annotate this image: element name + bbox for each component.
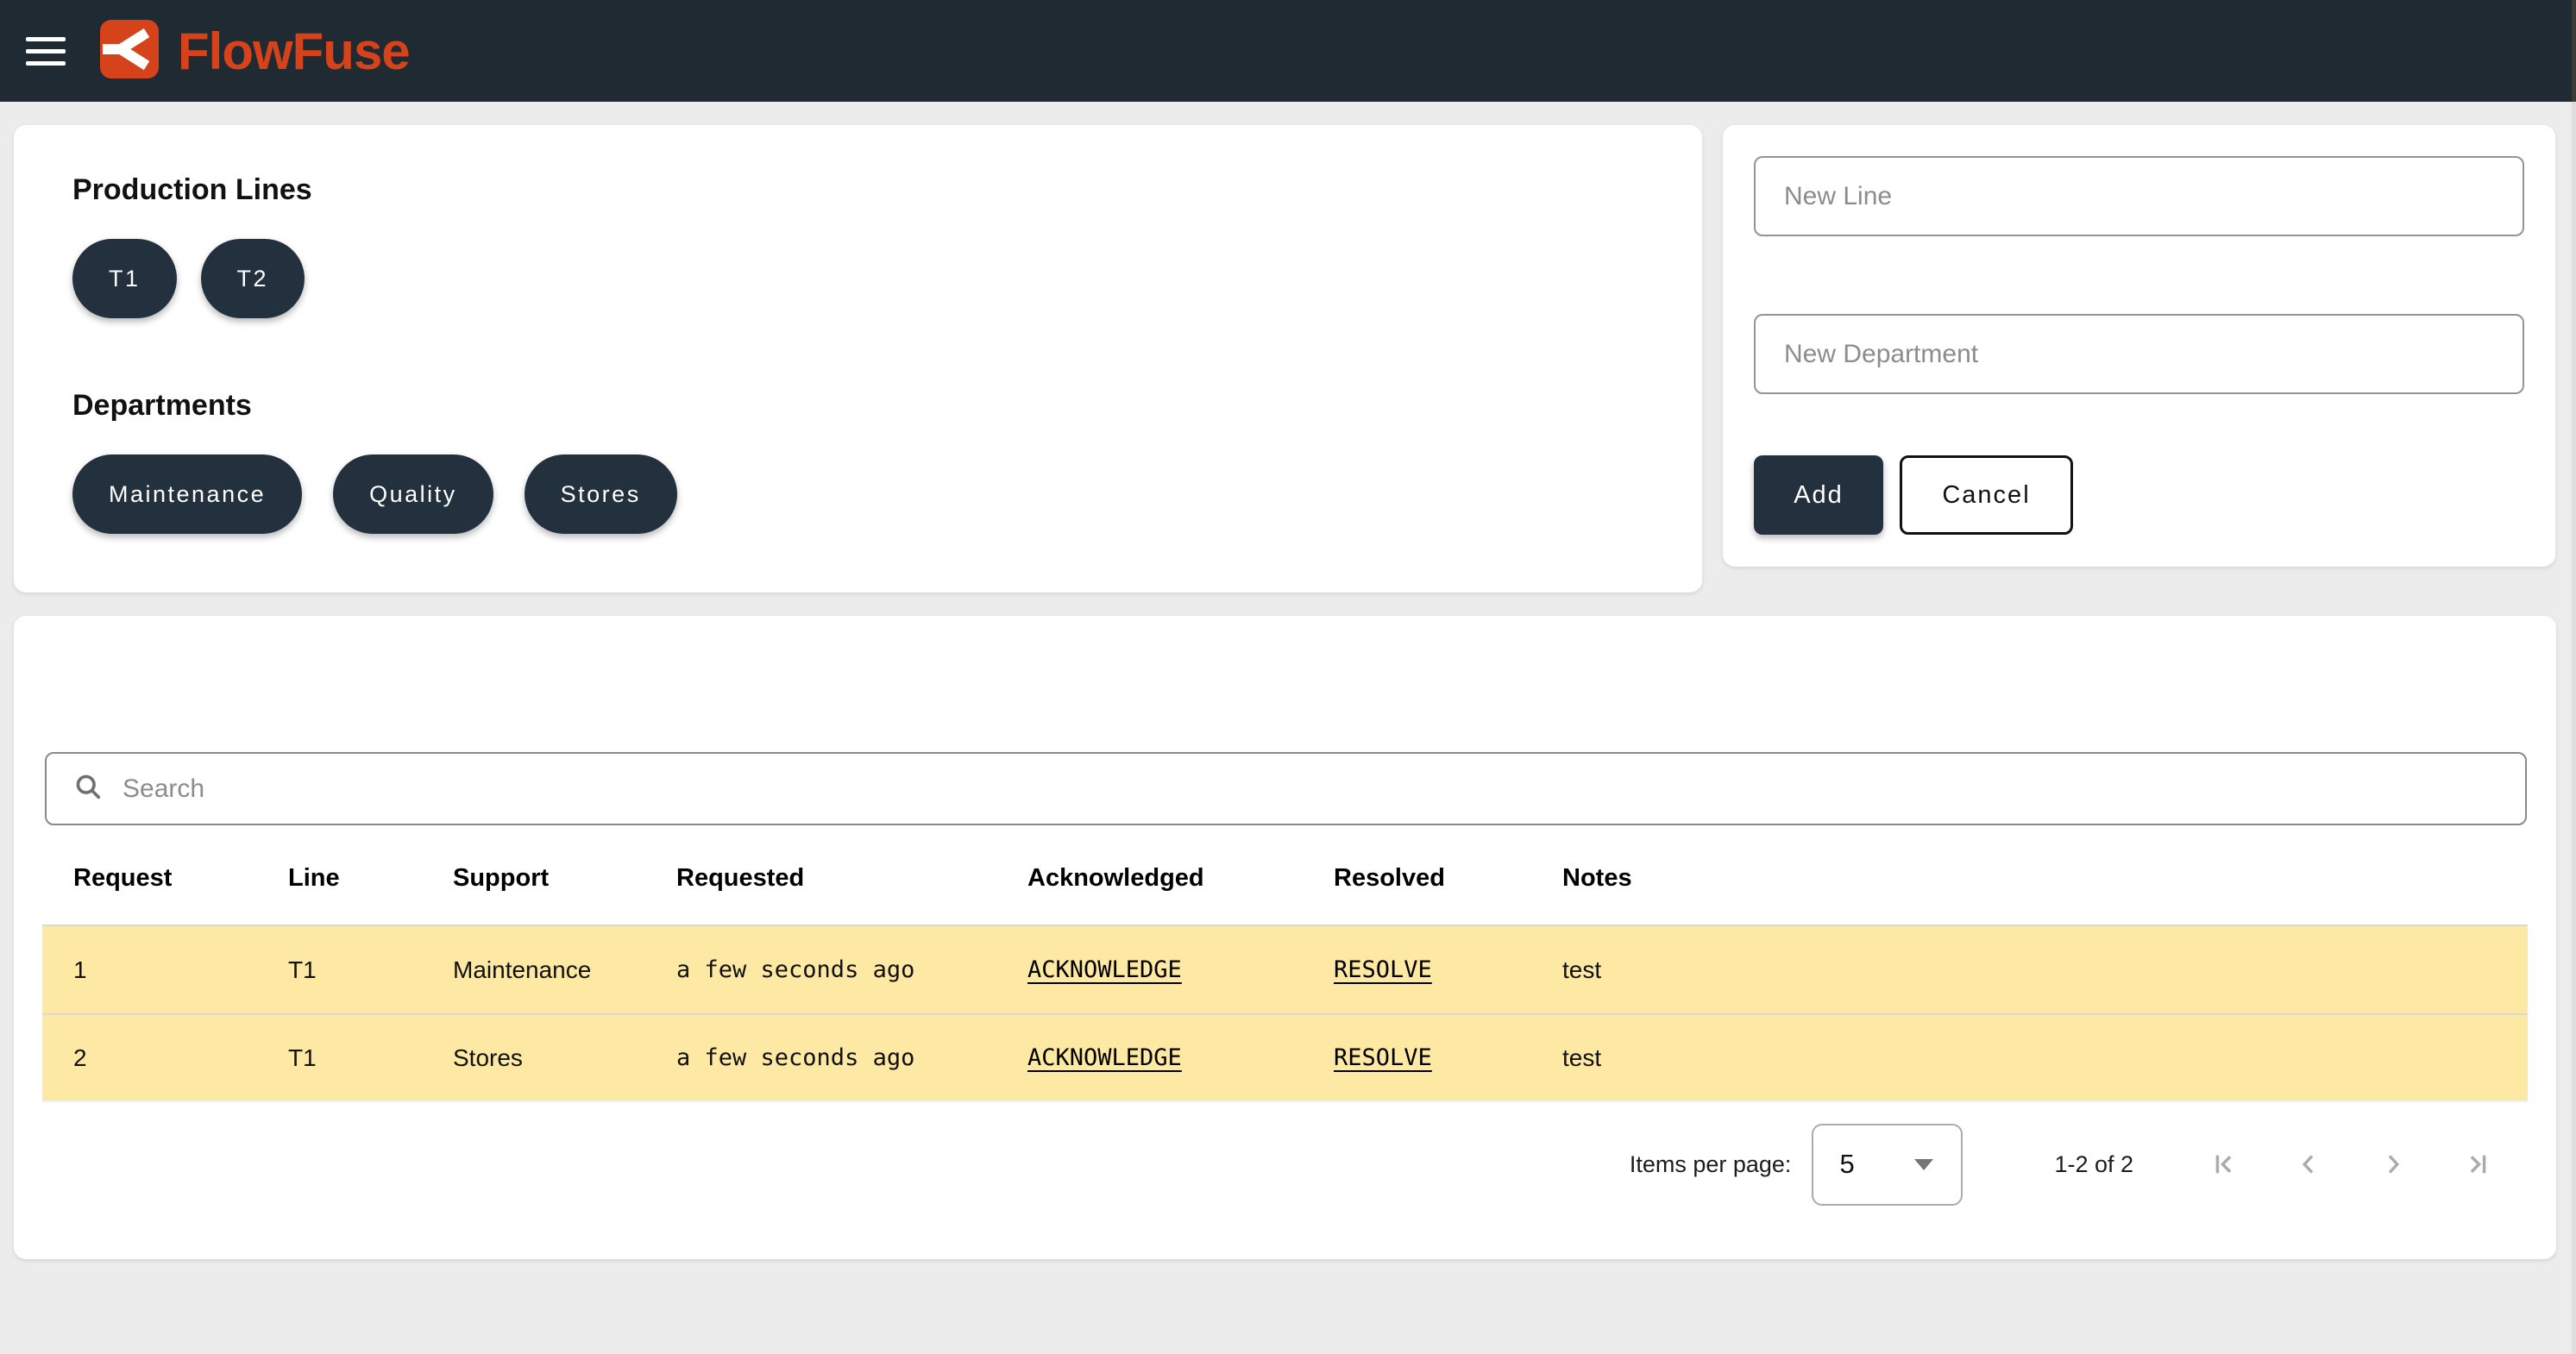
search-icon	[72, 771, 104, 806]
items-per-page-select[interactable]: 5	[1812, 1124, 1963, 1206]
column-header-line: Line	[288, 864, 453, 893]
table-header-row: Request Line Support Requested Acknowled…	[42, 850, 2528, 906]
search-input[interactable]	[123, 754, 2525, 824]
column-header-notes: Notes	[1562, 864, 2528, 893]
cell-request: 2	[73, 1044, 288, 1072]
brand-name: FlowFuse	[178, 22, 410, 81]
department-chip-stores[interactable]: Stores	[525, 454, 677, 534]
chevron-down-icon	[1914, 1159, 1933, 1170]
items-per-page-value: 5	[1839, 1149, 1854, 1180]
top-navbar: FlowFuse	[0, 0, 2576, 102]
cell-request: 1	[73, 956, 288, 984]
cell-support: Stores	[453, 1044, 676, 1072]
cell-notes: test	[1562, 956, 2528, 984]
departments-title: Departments	[72, 387, 1643, 423]
pager-icons	[2208, 1148, 2494, 1181]
previous-page-icon[interactable]	[2292, 1148, 2325, 1181]
form-buttons: Add Cancel	[1754, 455, 2524, 535]
table-row: 2 T1 Stores a few seconds ago ACKNOWLEDG…	[42, 1013, 2528, 1102]
column-header-acknowledged: Acknowledged	[1027, 864, 1334, 893]
last-page-icon[interactable]	[2461, 1148, 2494, 1181]
line-chip-t2[interactable]: T2	[201, 239, 305, 318]
cell-requested: a few seconds ago	[676, 1044, 1027, 1071]
window-scrollbar[interactable]	[2572, 0, 2576, 1354]
department-chip-maintenance[interactable]: Maintenance	[72, 454, 302, 534]
column-header-requested: Requested	[676, 864, 1027, 893]
new-line-input[interactable]	[1754, 156, 2524, 236]
table-row: 1 T1 Maintenance a few seconds ago ACKNO…	[42, 925, 2528, 1013]
pagination-bar: Items per page: 5 1-2 of 2	[1630, 1121, 2494, 1207]
cell-requested: a few seconds ago	[676, 956, 1027, 983]
acknowledge-link[interactable]: ACKNOWLEDGE	[1027, 1044, 1182, 1071]
pagination-range-label: 1-2 of 2	[2054, 1151, 2133, 1178]
add-button[interactable]: Add	[1754, 455, 1883, 535]
table-body: 1 T1 Maintenance a few seconds ago ACKNO…	[42, 925, 2528, 1102]
flowfuse-logo-icon	[100, 20, 159, 83]
hamburger-menu-icon[interactable]	[26, 37, 66, 66]
cell-line: T1	[288, 1044, 453, 1072]
cancel-button[interactable]: Cancel	[1900, 455, 2073, 535]
items-per-page-label: Items per page:	[1630, 1151, 1792, 1178]
line-chip-t1[interactable]: T1	[72, 239, 177, 318]
search-bar	[45, 752, 2527, 825]
column-header-request: Request	[73, 864, 288, 893]
next-page-icon[interactable]	[2377, 1148, 2410, 1181]
resolve-link[interactable]: RESOLVE	[1334, 956, 1432, 983]
new-department-input[interactable]	[1754, 314, 2524, 394]
add-form-card: Add Cancel	[1723, 125, 2555, 567]
filters-card: Production Lines T1 T2 Departments Maint…	[14, 125, 1702, 592]
column-header-resolved: Resolved	[1334, 864, 1562, 893]
cell-line: T1	[288, 956, 453, 984]
cell-support: Maintenance	[453, 956, 676, 984]
production-lines-title: Production Lines	[72, 172, 1643, 208]
resolve-link[interactable]: RESOLVE	[1334, 1044, 1432, 1071]
first-page-icon[interactable]	[2208, 1148, 2240, 1181]
departments-row: Maintenance Quality Stores	[72, 454, 1643, 534]
brand-logo: FlowFuse	[100, 20, 410, 83]
acknowledge-link[interactable]: ACKNOWLEDGE	[1027, 956, 1182, 983]
cell-notes: test	[1562, 1044, 2528, 1072]
production-lines-row: T1 T2	[72, 239, 1643, 318]
department-chip-quality[interactable]: Quality	[333, 454, 493, 534]
requests-table-card: Request Line Support Requested Acknowled…	[14, 616, 2556, 1259]
column-header-support: Support	[453, 864, 676, 893]
